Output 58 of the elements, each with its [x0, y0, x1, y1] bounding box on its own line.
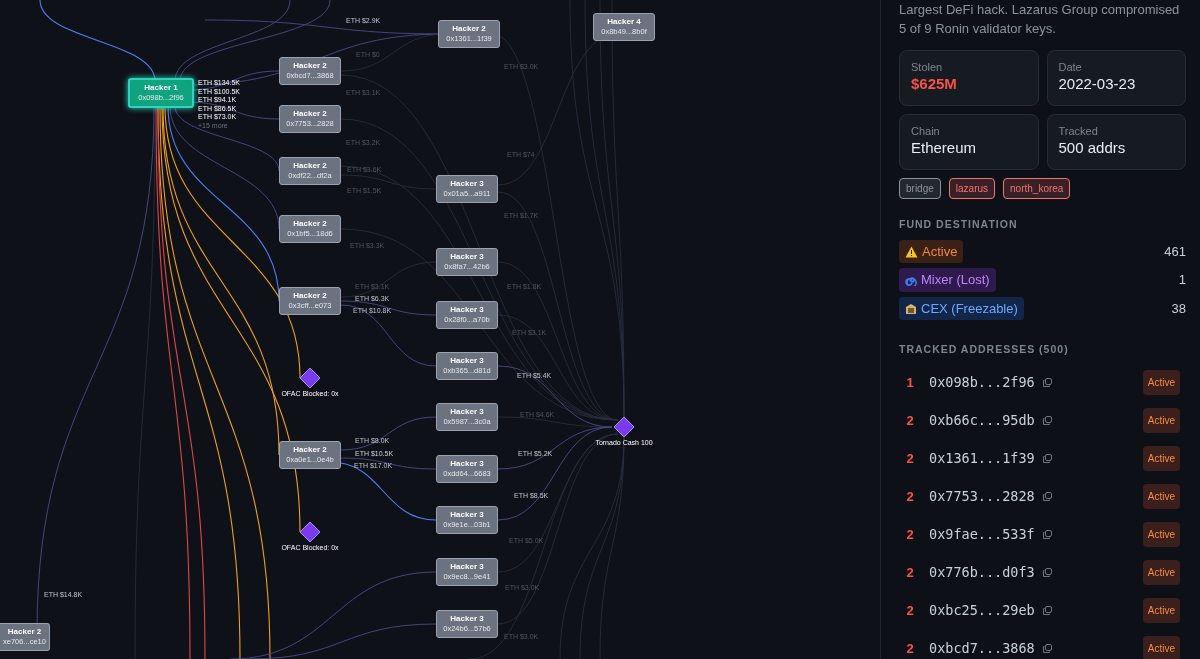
rank-number: 2: [905, 639, 915, 658]
destination-badge: Mixer (Lost): [899, 268, 996, 292]
rank-number: 2: [905, 525, 915, 544]
rank-number: 2: [905, 411, 915, 430]
status-badge: Active: [1142, 636, 1180, 659]
stat-label: Tracked: [1058, 124, 1099, 138]
status-badge: Active: [1142, 370, 1180, 395]
destination-badge: CEX (Freezable): [899, 296, 1024, 321]
stat-value: 2022-03-23: [1058, 74, 1137, 94]
copy-icon[interactable]: [1042, 568, 1052, 577]
address-text: 0xbc25...29eb: [929, 601, 1035, 621]
address-text: 0x1361...1f39: [929, 449, 1035, 469]
mixer-node[interactable]: [613, 416, 635, 438]
copy-icon[interactable]: [1042, 454, 1052, 463]
tag: lazarus: [948, 178, 996, 199]
mixer-node[interactable]: [299, 521, 321, 543]
bank-icon: [905, 302, 917, 315]
address-text: 0xbcd7...3868: [929, 639, 1035, 659]
destination-count: 1: [1178, 271, 1186, 290]
section-heading: FUND DESTINATION: [899, 217, 1019, 232]
warning-icon: [905, 245, 918, 258]
address-text: 0x9fae...533f: [929, 525, 1035, 545]
copy-icon[interactable]: [1042, 530, 1052, 539]
tag: north_korea: [1003, 178, 1071, 199]
stat-label: Chain: [911, 124, 941, 138]
status-badge: Active: [1142, 484, 1180, 509]
status-badge: Active: [1142, 446, 1180, 471]
copy-icon[interactable]: [1042, 492, 1052, 501]
status-badge: Active: [1142, 598, 1180, 623]
status-badge: Active: [1142, 408, 1180, 433]
section-heading: TRACKED ADDRESSES (500): [899, 342, 1070, 358]
address-text: 0x098b...2f96: [929, 373, 1035, 393]
rank-number: 2: [905, 601, 915, 620]
spiral-icon: [905, 274, 917, 286]
address-text: 0x776b...d0f3: [929, 563, 1035, 583]
description-text: Largest DeFi hack. Lazarus Group compromised 5 of 9 Ronin validator keys.: [899, 1, 1181, 38]
rank-number: 2: [905, 487, 915, 506]
mixer-node[interactable]: [299, 367, 321, 389]
destination-count: 38: [1171, 299, 1186, 318]
copy-icon[interactable]: [1042, 378, 1052, 387]
copy-icon[interactable]: [1042, 644, 1052, 653]
address-text: 0x7753...2828: [929, 487, 1035, 507]
rank-number: 2: [905, 563, 915, 582]
stat-value: 500 addrs: [1058, 138, 1127, 158]
destination-count: 461: [1164, 242, 1186, 261]
rank-number: 2: [905, 449, 915, 468]
copy-icon[interactable]: [1042, 606, 1052, 615]
rank-number: 1: [905, 373, 915, 392]
stat-value: Ethereum: [911, 138, 978, 158]
tag: bridge: [899, 178, 941, 199]
destination-badge: Active: [899, 239, 964, 264]
status-badge: Active: [1142, 560, 1180, 585]
address-text: 0xb66c...95db: [929, 411, 1035, 431]
stat-value: $625M: [911, 74, 958, 94]
copy-icon[interactable]: [1042, 416, 1052, 425]
stat-label: Date: [1058, 60, 1083, 74]
status-badge: Active: [1142, 522, 1180, 547]
stat-label: Stolen: [911, 60, 944, 74]
